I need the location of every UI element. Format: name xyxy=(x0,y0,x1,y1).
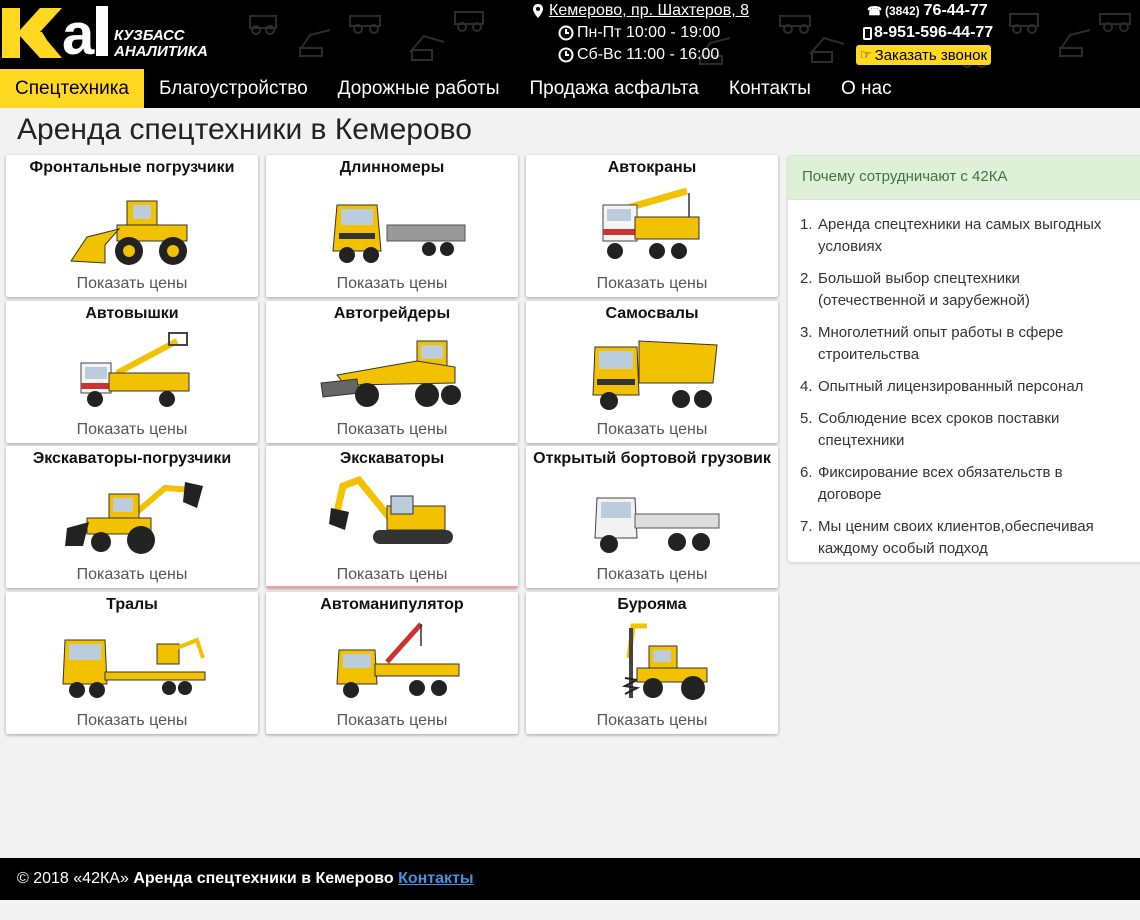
site-logo[interactable]: a КУЗБАСС АНАЛИТИКА xyxy=(0,2,215,64)
phone-mobile-row[interactable]: 8-951-596-44-77 xyxy=(855,22,1055,44)
show-prices-link[interactable]: Показать цены xyxy=(526,421,778,439)
equipment-card[interactable]: Автовышки Показать цены xyxy=(6,301,258,443)
list-item: 1. Аренда спецтехники на самых выгодных у… xyxy=(800,216,1102,255)
phone-code: (3842) xyxy=(884,4,920,18)
show-prices-link[interactable]: Показать цены xyxy=(526,712,778,730)
phone-mobile: 8-951-596-44-77 xyxy=(874,24,994,41)
pile-driller-icon xyxy=(621,623,708,700)
hours-weekend: Сб-Вс 11:00 - 16:00 xyxy=(577,46,720,63)
nav-item-asphalt-sale[interactable]: Продажа асфальта xyxy=(514,69,713,108)
list-item: 6. Фиксирование всех обязательств в догов… xyxy=(800,464,1063,503)
equipment-card[interactable]: Бурояма Показать цены xyxy=(526,592,778,734)
hours-weekdays-row: Пн-Пт 10:00 - 19:00 xyxy=(530,22,790,44)
show-prices-link[interactable]: Показать цены xyxy=(526,566,778,584)
card-title: Фронтальные погрузчики xyxy=(29,159,235,176)
card-title: Автоманипулятор xyxy=(320,596,464,613)
pointing-hand-icon: ☞ xyxy=(860,47,872,62)
benefits-list: 1. Аренда спецтехники на самых выгодных у… xyxy=(788,200,1140,560)
clock-icon xyxy=(558,47,574,63)
address-link[interactable]: Кемерово, пр. Шахтеров, 8 xyxy=(549,2,749,20)
clock-icon xyxy=(558,25,574,41)
hours-weekend-row: Сб-Вс 11:00 - 16:00 xyxy=(530,44,790,66)
show-prices-link[interactable]: Показать цены xyxy=(6,566,258,584)
equipment-card[interactable]: Тралы Показать цены xyxy=(6,592,258,734)
panel-title: Почему сотрудничают с 42КА xyxy=(788,156,1140,200)
card-title: Экскаваторы-погрузчики xyxy=(32,450,232,467)
motor-grader-icon xyxy=(320,340,461,407)
equipment-card[interactable]: Автогрейдеры Показать цены xyxy=(266,301,518,443)
footer-contacts-link[interactable]: Контакты xyxy=(398,870,473,887)
list-item: 5. Соблюдение всех сроков поставки спецте… xyxy=(800,410,1060,449)
callback-label: Заказать звонок xyxy=(874,46,988,64)
page-title: Аренда спецтехники в Кемерово xyxy=(17,113,472,146)
aerial-platform-icon xyxy=(80,332,190,407)
equipment-card[interactable]: Автокраны Показать цены xyxy=(526,155,778,297)
svg-text:a: a xyxy=(62,2,95,64)
equipment-card[interactable]: Экскаваторы-погрузчики Показать цены xyxy=(6,446,258,588)
excavator-icon xyxy=(329,475,453,544)
callback-button[interactable]: ☞ Заказать звонок xyxy=(856,45,992,65)
show-prices-link[interactable]: Показать цены xyxy=(6,275,258,293)
long-truck-icon xyxy=(332,204,466,263)
svg-text:КУЗБАСС: КУЗБАСС xyxy=(114,27,186,44)
card-title: Открытый бортовой грузовик xyxy=(533,450,771,467)
card-title: Экскаваторы xyxy=(339,450,445,467)
lowbed-trailer-icon xyxy=(62,637,206,698)
footer-title: Аренда спецтехники в Кемерово xyxy=(133,870,394,887)
show-prices-link[interactable]: Показать цены xyxy=(6,421,258,439)
site-footer: © 2018 «42КА» Аренда спецтехники в Кемер… xyxy=(0,858,1140,900)
nav-item-about[interactable]: О нас xyxy=(826,69,907,108)
show-prices-link[interactable]: Показать цены xyxy=(266,712,518,730)
truck-crane-icon xyxy=(602,187,700,259)
footer-copyright: © 2018 «42КА» xyxy=(17,870,129,887)
equipment-card[interactable]: Длинномеры Показать цены xyxy=(266,155,518,297)
front-loader-icon xyxy=(70,200,188,265)
svg-text:АНАЛИТИКА: АНАЛИТИКА xyxy=(113,43,208,60)
list-item: 7. Мы ценим своих клиентов,обеспечивая ка… xyxy=(800,518,1094,557)
list-item: 2. Большой выбор спецтехники (отечественн… xyxy=(800,270,1030,309)
hours-weekdays: Пн-Пт 10:00 - 19:00 xyxy=(577,24,721,41)
nav-item-special-equipment[interactable]: Спецтехника xyxy=(0,69,144,108)
phone-icon: ☎ xyxy=(867,4,882,18)
show-prices-link[interactable]: Показать цены xyxy=(266,421,518,439)
show-prices-link[interactable]: Показать цены xyxy=(526,275,778,293)
card-title: Автогрейдеры xyxy=(333,305,451,322)
why-us-panel: Почему сотрудничают с 42КА 1. Аренда спец… xyxy=(787,155,1140,563)
contact-info: Кемерово, пр. Шахтеров, 8 Пн-Пт 10:00 - … xyxy=(530,0,790,66)
list-item: 3. Многолетний опыт работы в сфере строит… xyxy=(800,324,1064,363)
nav-item-landscaping[interactable]: Благоустройство xyxy=(144,69,323,108)
flatbed-truck-icon xyxy=(594,497,720,553)
phone-block: ☎ (3842) 76-44-77 8-951-596-44-77 ☞ Зака… xyxy=(855,0,1055,65)
equipment-card[interactable]: Самосвалы Показать цены xyxy=(526,301,778,443)
map-pin-icon xyxy=(533,4,543,18)
card-title: Автовышки xyxy=(85,305,179,322)
mobile-phone-icon xyxy=(863,26,872,40)
card-title: Автокраны xyxy=(607,159,697,176)
site-header: a КУЗБАСС АНАЛИТИКА Кемерово, пр. Шахтер… xyxy=(0,0,1140,108)
card-title: Тралы xyxy=(106,596,158,613)
card-title: Длинномеры xyxy=(339,159,445,176)
card-title: Самосвалы xyxy=(605,305,699,322)
phone-main-row[interactable]: ☎ (3842) 76-44-77 xyxy=(855,0,1055,22)
show-prices-link[interactable]: Показать цены xyxy=(266,275,518,293)
nav-item-contacts[interactable]: Контакты xyxy=(714,69,826,108)
nav-item-road-works[interactable]: Дорожные работы xyxy=(323,69,515,108)
equipment-card[interactable]: Фронтальные погрузчики Показать цены xyxy=(6,155,258,297)
equipment-card[interactable]: Экскаваторы Показать цены xyxy=(266,446,518,588)
crane-manipulator-icon xyxy=(336,622,460,698)
address-row: Кемерово, пр. Шахтеров, 8 xyxy=(530,0,790,22)
equipment-card[interactable]: Открытый бортовой грузовик Показать цены xyxy=(526,446,778,588)
phone-main: 76-44-77 xyxy=(923,2,988,19)
dump-truck-icon xyxy=(592,340,718,410)
backhoe-loader-icon xyxy=(65,482,203,554)
main-nav: Спецтехника Благоустройство Дорожные раб… xyxy=(0,69,907,108)
list-item: 4. Опытный лицензированный персонал xyxy=(800,378,1084,395)
show-prices-link[interactable]: Показать цены xyxy=(6,712,258,730)
show-prices-link[interactable]: Показать цены xyxy=(266,566,518,584)
equipment-card[interactable]: Автоманипулятор Показать цены xyxy=(266,592,518,734)
card-title: Бурояма xyxy=(617,596,687,613)
